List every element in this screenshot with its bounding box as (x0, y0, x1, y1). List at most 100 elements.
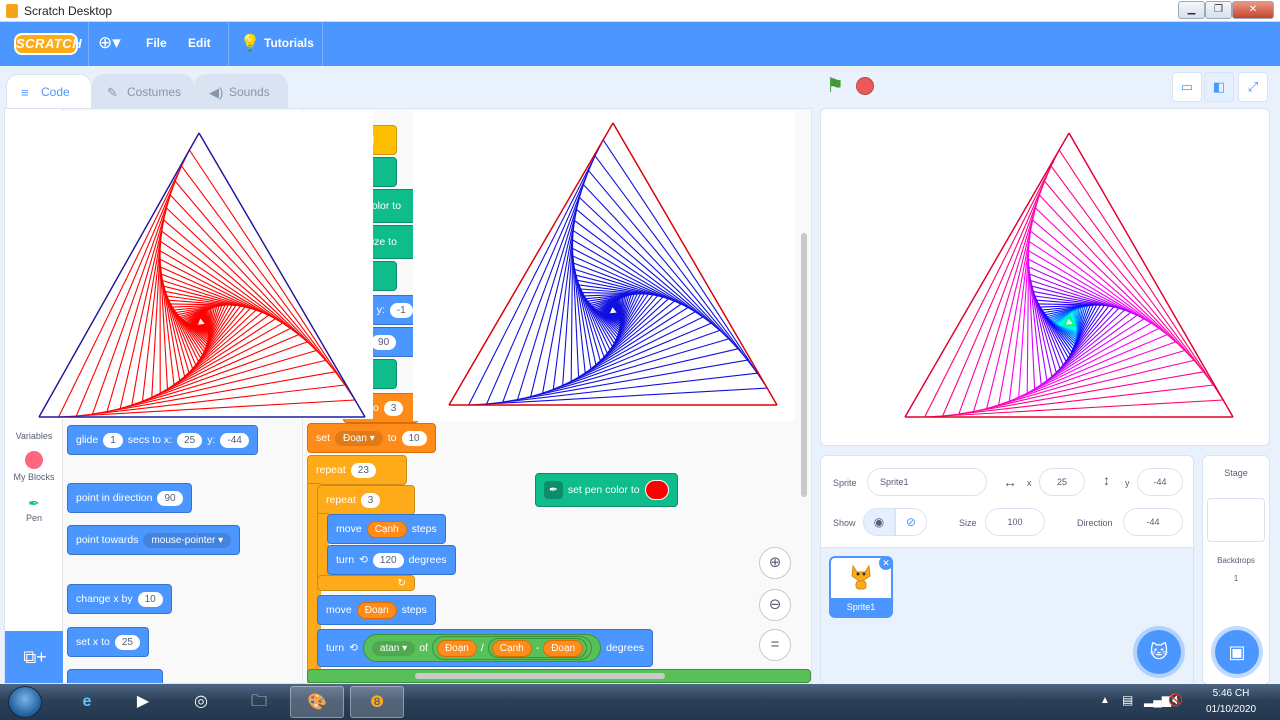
glide-y-input[interactable]: -44 (220, 432, 249, 448)
glide-secs-input[interactable]: 1 (103, 432, 123, 448)
lightbulb-icon: 💡 (240, 35, 260, 52)
network-icon[interactable]: ▤ (1122, 693, 1133, 707)
turn-120-block[interactable]: turn ⟲ 120 degrees (327, 545, 456, 575)
of-label: of (419, 642, 428, 654)
add-backdrop-button[interactable]: ▣ (1215, 630, 1259, 674)
subtract-operator[interactable]: Cạnh - Đoạn (487, 638, 588, 658)
file-menu[interactable]: File (146, 36, 167, 50)
stage-title: Stage (1224, 468, 1248, 478)
repeat-outer-block[interactable]: repeat 23 (307, 455, 407, 485)
paint-icon[interactable]: 🎨 (290, 686, 344, 718)
math-function-dropdown[interactable]: atan ▾ (371, 640, 416, 656)
canh-reporter[interactable]: Cạnh (366, 520, 407, 538)
hide-sprite-icon[interactable]: ⊘ (895, 508, 927, 536)
close-button[interactable]: ✕ (1232, 1, 1274, 19)
category-my-blocks[interactable]: My Blocks (5, 451, 63, 482)
point-in-direction-block[interactable]: point in direction 90 (67, 483, 192, 513)
tab-code[interactable]: ≡ Code (6, 74, 92, 108)
stop-button[interactable] (856, 77, 874, 95)
change-x-label: change x by (76, 593, 133, 605)
doan-reporter[interactable]: Đoạn (356, 601, 397, 619)
zoom-out-button[interactable]: ⊖ (759, 589, 791, 621)
stage[interactable] (820, 108, 1270, 446)
move-doan-block[interactable]: move Đoạn steps (317, 595, 436, 625)
media-player-icon[interactable]: ▶ (116, 686, 170, 718)
direction-input[interactable]: -44 (1123, 508, 1183, 536)
glide-y-label: y: (207, 434, 216, 446)
atan-reporter[interactable]: atan ▾ of Đoạn / Cạnh - Đoạn (362, 634, 602, 662)
code-horizontal-scrollbar[interactable] (415, 673, 665, 679)
go-to-y-input[interactable]: -1 (389, 302, 413, 318)
sprite-name-input[interactable]: Sprite1 (867, 468, 987, 496)
point-towards-dropdown[interactable]: mouse-pointer ▾ (143, 532, 232, 548)
volume-muted-icon[interactable]: 🔇 (1168, 693, 1183, 707)
scratch-logo[interactable]: SCRATCH (14, 33, 82, 55)
doan-reporter[interactable]: Đoạn (436, 639, 477, 657)
set-value-input[interactable]: 3 (383, 400, 404, 416)
minimize-button[interactable]: ▁ (1178, 1, 1205, 19)
x-input[interactable]: 25 (1039, 468, 1085, 496)
tab-costumes[interactable]: ✎ Costumes (92, 74, 194, 108)
size-input[interactable]: 100 (985, 508, 1045, 536)
fullscreen-button[interactable]: ⤢ (1238, 72, 1268, 102)
green-flag-button[interactable]: ⚑ (826, 76, 846, 96)
change-x-input[interactable]: 10 (137, 591, 163, 607)
clock-time[interactable]: 5:46 CH (1196, 688, 1266, 699)
doan-dropdown[interactable]: Đoạn ▾ (335, 430, 383, 446)
chrome-icon[interactable]: ◎ (174, 686, 228, 718)
doan-reporter[interactable]: Đoạn (543, 639, 584, 657)
category-pen[interactable]: ✒ Pen (5, 495, 63, 523)
stage-selector[interactable]: Stage Backdrops 1 ▣ (1202, 455, 1270, 685)
zoom-in-button[interactable]: ⊕ (759, 547, 791, 579)
scratch-taskbar-icon[interactable]: ❽ (350, 686, 404, 718)
set-doan-block[interactable]: set Đoạn ▾ to 10 (307, 423, 436, 453)
normal-stage-button[interactable]: ◧ (1204, 72, 1234, 102)
zoom-reset-button[interactable]: = (759, 629, 791, 661)
clock-date[interactable]: 01/10/2020 (1196, 704, 1266, 715)
internet-explorer-icon[interactable]: e (60, 686, 114, 718)
edit-menu[interactable]: Edit (188, 36, 211, 50)
point-script-input[interactable]: 90 (371, 334, 397, 350)
add-sprite-button[interactable]: 🐱 (1137, 630, 1181, 674)
code-vertical-scrollbar[interactable] (801, 233, 807, 497)
motion-block[interactable] (67, 669, 163, 683)
rotate-left-icon: ⟲ (359, 554, 368, 566)
globe-icon[interactable]: ⊕▾ (98, 33, 121, 53)
stage-thumbnail[interactable] (1207, 498, 1265, 542)
signal-icon[interactable]: ▂▄▆ (1144, 693, 1171, 707)
repeat-inner-input[interactable]: 3 (360, 492, 381, 508)
set-x-input[interactable]: 25 (114, 634, 140, 650)
pen-color-swatch[interactable] (644, 480, 669, 500)
show-visible-eye-icon[interactable]: ◉ (863, 508, 895, 536)
divide-operator[interactable]: Đoạn / Cạnh - Đoạn (431, 636, 593, 660)
turn-value-input[interactable]: 120 (372, 552, 404, 568)
canh-reporter[interactable]: Cạnh (491, 639, 532, 657)
degrees-label: degrees (408, 554, 447, 566)
category-pen-label: Pen (25, 513, 42, 523)
turn-atan-block[interactable]: turn ⟲ atan ▾ of Đoạn / Cạnh - Đoạn degr… (317, 629, 654, 667)
small-stage-button[interactable]: ▭ (1172, 72, 1202, 102)
repeat-inner-block[interactable]: repeat 3 (317, 485, 415, 515)
glide-x-input[interactable]: 25 (177, 432, 203, 448)
start-button[interactable] (8, 686, 42, 718)
move-canh-block[interactable]: move Cạnh steps (327, 514, 446, 544)
tray-expand-icon[interactable]: ▲ (1100, 695, 1110, 706)
direction-input[interactable]: 90 (157, 490, 183, 506)
maximize-button[interactable]: ❐ (1205, 1, 1232, 19)
category-variables[interactable]: Variables (5, 431, 63, 441)
tab-sounds[interactable]: ◀) Sounds (194, 74, 288, 108)
sprite-thumbnail[interactable]: ✕ Sprite1 (829, 556, 893, 618)
point-towards-block[interactable]: point towards mouse-pointer ▾ (67, 525, 241, 555)
floating-set-pen-color-block[interactable]: ✒ set pen color to (535, 473, 678, 507)
repeat-outer-input[interactable]: 23 (350, 462, 376, 478)
set-x-block[interactable]: set x to 25 (67, 627, 149, 657)
change-x-block[interactable]: change x by 10 (67, 584, 172, 614)
file-explorer-icon[interactable]: 🗀 (232, 686, 286, 718)
tutorials-menu[interactable]: Tutorials (264, 36, 314, 50)
set-doan-value-input[interactable]: 10 (401, 430, 427, 446)
add-extension-button[interactable]: ⧉+ (5, 631, 65, 683)
y-input[interactable]: -44 (1137, 468, 1183, 496)
menu-divider (228, 22, 229, 66)
glide-block[interactable]: glide 1 secs to x: 25 y: -44 (67, 425, 258, 455)
delete-sprite-icon[interactable]: ✕ (879, 556, 893, 570)
